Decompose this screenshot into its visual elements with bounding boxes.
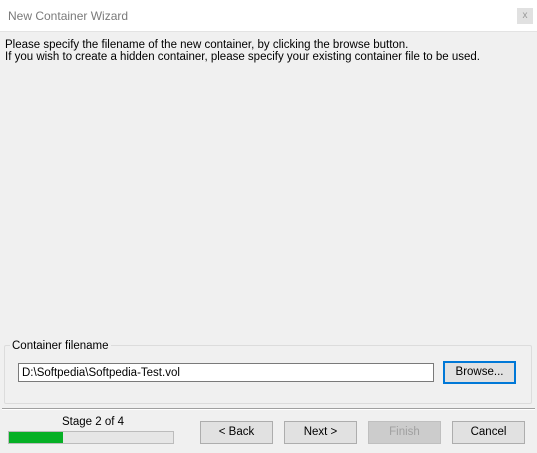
close-icon: x	[522, 10, 528, 21]
instructions-line-1: Please specify the filename of the new c…	[5, 39, 409, 51]
wizard-window: New Container Wizard x Please specify th…	[0, 0, 537, 453]
stage-indicator: Stage 2 of 4	[62, 416, 125, 428]
stage-progress-bar	[8, 431, 174, 444]
next-button[interactable]: Next >	[284, 421, 357, 444]
back-button[interactable]: < Back	[200, 421, 273, 444]
footer-separator	[2, 408, 535, 410]
instructions-text: Please specify the filename of the new c…	[5, 39, 532, 63]
window-title: New Container Wizard	[8, 9, 129, 23]
cancel-button[interactable]: Cancel	[452, 421, 525, 444]
stage-progress-fill	[9, 432, 64, 443]
title-bar[interactable]: New Container Wizard x	[0, 0, 537, 32]
finish-button[interactable]: Finish	[368, 421, 441, 444]
container-filename-input[interactable]	[18, 363, 434, 382]
close-button[interactable]: x	[517, 8, 533, 24]
container-filename-label: Container filename	[10, 340, 111, 352]
instructions-line-2: If you wish to create a hidden container…	[5, 51, 480, 63]
browse-button[interactable]: Browse...	[443, 361, 516, 384]
